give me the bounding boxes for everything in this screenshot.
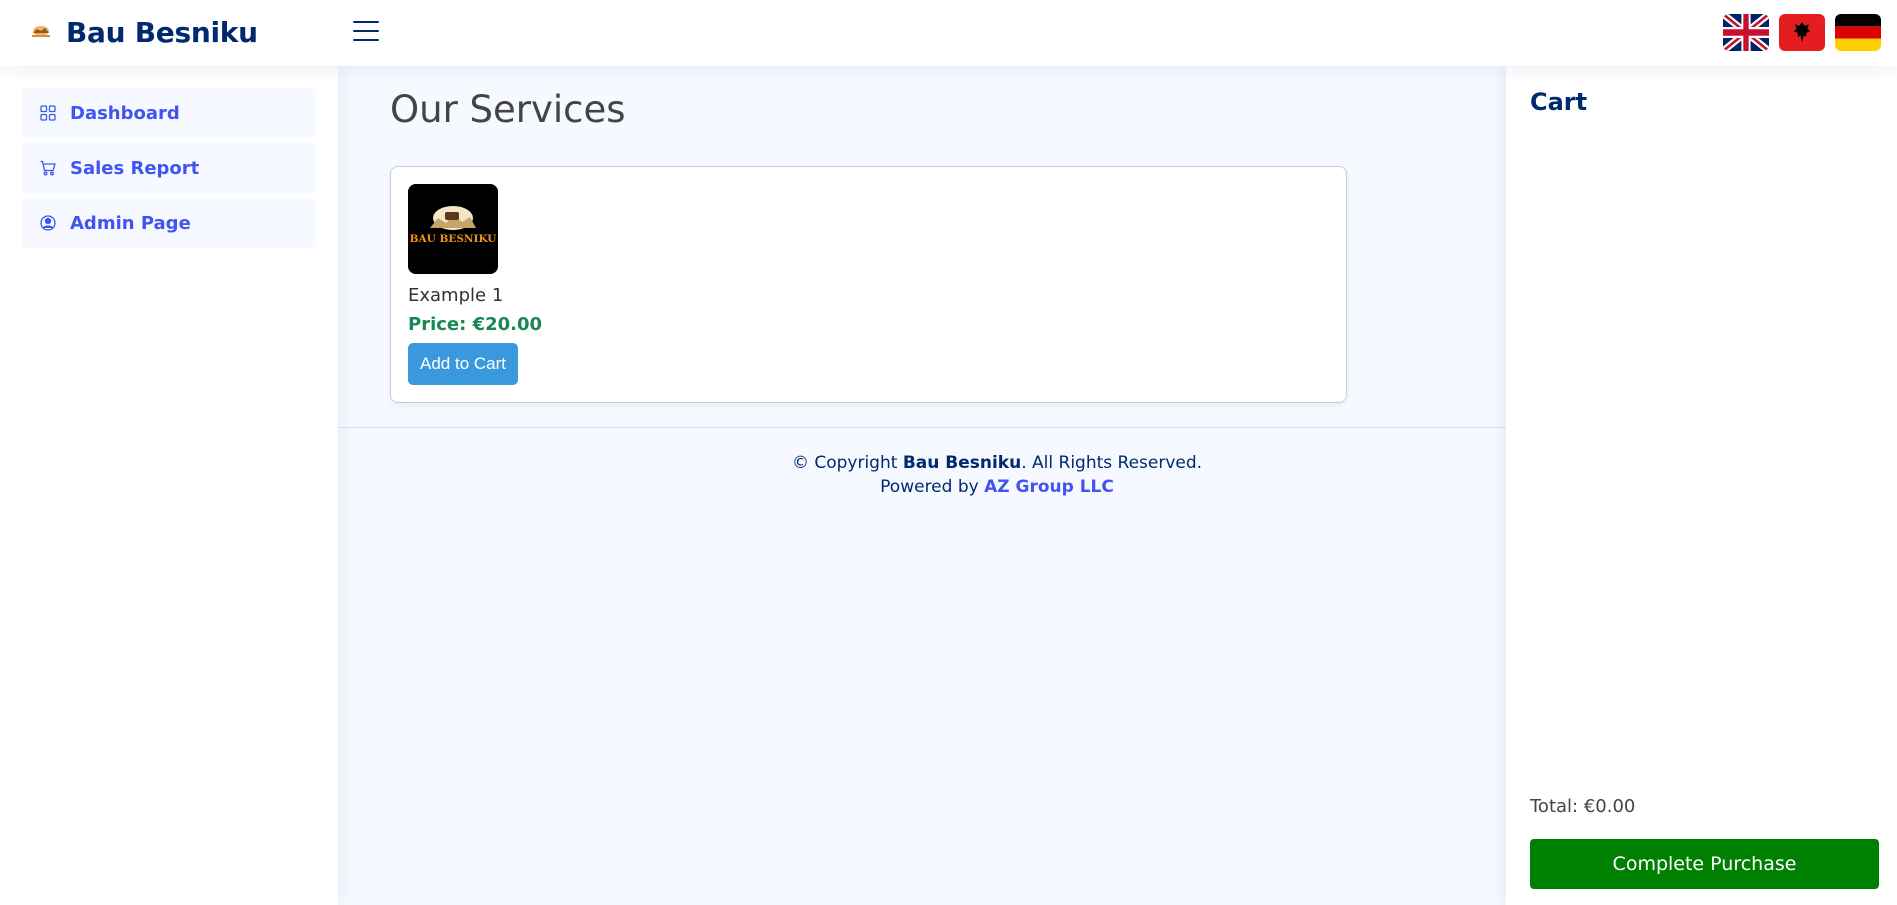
cart-icon	[40, 160, 56, 176]
sidebar-item-admin-page[interactable]: Admin Page	[22, 198, 316, 248]
sidebar-item-dashboard[interactable]: Dashboard	[22, 88, 316, 138]
service-image: BAU BESNIKU	[408, 184, 498, 274]
copyright-suffix: . All Rights Reserved.	[1021, 453, 1203, 473]
page-title: Our Services	[390, 88, 626, 131]
powered-prefix: Powered by	[880, 477, 985, 497]
person-circle-icon	[40, 215, 56, 231]
hamburger-menu-icon[interactable]	[352, 18, 380, 44]
top-header: Bau Besniku	[0, 0, 1897, 66]
sidebar-item-sales-report[interactable]: Sales Report	[22, 143, 316, 193]
brand-logo-link[interactable]: Bau Besniku	[28, 10, 258, 54]
service-price: Price: €20.00	[408, 314, 543, 335]
flag-germany-icon[interactable]	[1835, 14, 1881, 51]
grid-icon	[40, 105, 56, 121]
service-image-text: BAU BESNIKU	[410, 233, 497, 245]
powered-by-line: Powered by AZ Group LLC	[792, 475, 1202, 499]
sidebar-item-label: Dashboard	[70, 102, 180, 124]
flag-albania-icon[interactable]	[1779, 14, 1825, 51]
copyright-brand: Bau Besniku	[902, 453, 1022, 473]
copyright-line: © Copyright Bau Besniku. All Rights Rese…	[792, 451, 1202, 475]
flag-uk-icon[interactable]	[1723, 14, 1769, 51]
cart-total: Total: €0.00	[1530, 796, 1636, 817]
copyright-prefix: © Copyright	[791, 453, 903, 473]
brand-name: Bau Besniku	[66, 15, 258, 49]
service-card: BAU BESNIKU Example 1 Price: €20.00 Add …	[390, 166, 1347, 403]
sidebar: Dashboard Sales Report Admin Page	[0, 66, 338, 905]
complete-purchase-button[interactable]: Complete Purchase	[1530, 839, 1879, 889]
language-selector	[1723, 14, 1881, 51]
cart-title: Cart	[1530, 88, 1588, 116]
add-to-cart-button[interactable]: Add to Cart	[408, 343, 518, 385]
powered-by-link[interactable]: AZ Group LLC	[984, 477, 1114, 497]
footer: © Copyright Bau Besniku. All Rights Rese…	[338, 427, 1506, 517]
sidebar-item-label: Sales Report	[70, 157, 200, 179]
service-name: Example 1	[408, 285, 504, 306]
sidebar-item-label: Admin Page	[70, 212, 191, 234]
brand-logo-icon	[28, 19, 54, 45]
main-content: Our Services BAU BESNIKU Example 1 Price…	[338, 66, 1506, 905]
cart-panel: Cart Total: €0.00 Complete Purchase	[1506, 66, 1897, 905]
